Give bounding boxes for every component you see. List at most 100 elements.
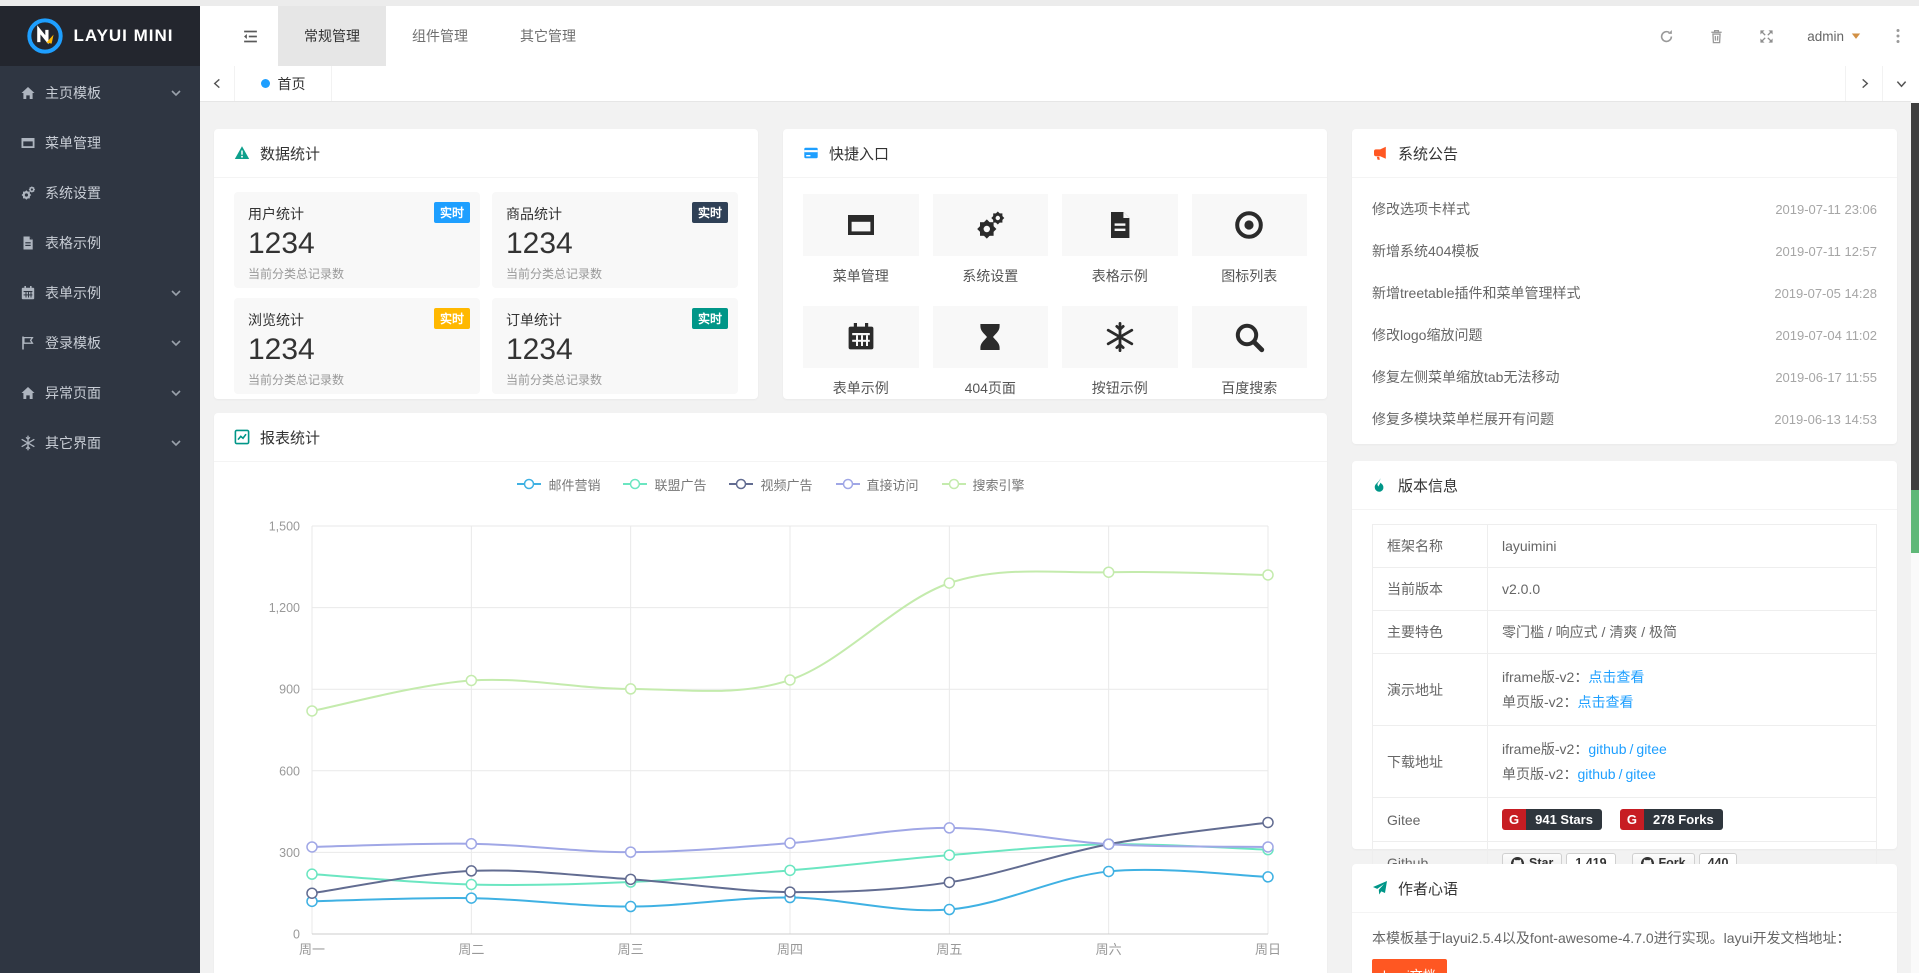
more-options-icon[interactable] — [1877, 6, 1919, 66]
gitee-logo-icon: G — [1620, 809, 1644, 830]
home-icon — [20, 385, 36, 401]
sidebar-item-home-template[interactable]: 主页模板 — [0, 68, 200, 118]
page-content: 数据统计 用户统计 实时 1234 当前分类总记录数 商品统计 实时 1234 … — [200, 102, 1919, 973]
notice-item[interactable]: 新增系统404模板 2019-07-11 12:57 — [1372, 230, 1877, 272]
sidebar-item-error-pages[interactable]: 异常页面 — [0, 368, 200, 418]
svg-text:周五: 周五 — [936, 942, 962, 957]
logo-mark-icon — [26, 17, 64, 55]
app-title: LAYUI MINI — [73, 26, 173, 46]
trash-icon[interactable] — [1691, 6, 1741, 66]
stat-card-products: 商品统计 实时 1234 当前分类总记录数 — [492, 192, 738, 288]
paper-plane-icon — [1372, 880, 1388, 896]
calendar-icon — [845, 321, 877, 353]
sidebar-item-form-example[interactable]: 表单示例 — [0, 268, 200, 318]
tab-home[interactable]: 首页 — [235, 66, 332, 101]
quick-item-menu-management[interactable]: 菜单管理 — [803, 194, 919, 286]
download-gitee-link[interactable]: gitee — [1626, 766, 1656, 782]
snowflake-icon — [20, 435, 36, 451]
chevron-down-icon — [170, 287, 182, 299]
svg-text:1,500: 1,500 — [269, 520, 300, 534]
snowflake-icon — [1104, 321, 1136, 353]
table-row: 演示地址 iframe版-v2：点击查看 单页版-v2：点击查看 — [1373, 654, 1877, 726]
tabs-menu-icon[interactable] — [1882, 66, 1919, 101]
header-tab-other[interactable]: 其它管理 — [494, 6, 602, 66]
demo-iframe-link[interactable]: 点击查看 — [1588, 669, 1644, 685]
author-line1: 本模板基于layui2.5.4以及font-awesome-4.7.0进行实现。… — [1372, 925, 1877, 952]
sidebar-menu: 主页模板 菜单管理 系统设置 表格示例 表单示例 登录 — [0, 66, 200, 468]
window-icon — [845, 209, 877, 241]
sidebar-item-menu-management[interactable]: 菜单管理 — [0, 118, 200, 168]
refresh-icon[interactable] — [1641, 6, 1691, 66]
svg-text:1,200: 1,200 — [269, 601, 300, 615]
table-row: 框架名称 layuimini — [1373, 525, 1877, 568]
credit-card-icon — [803, 145, 819, 161]
download-gitee-link[interactable]: gitee — [1636, 741, 1666, 757]
gitee-forks-badge[interactable]: G278 Forks — [1620, 809, 1723, 830]
sidebar-item-other-ui[interactable]: 其它界面 — [0, 418, 200, 468]
notice-item[interactable]: 修改选项卡样式 2019-07-11 23:06 — [1372, 188, 1877, 230]
notice-item[interactable]: 新增treetable插件和菜单管理样式 2019-07-05 14:28 — [1372, 272, 1877, 314]
search-icon — [1233, 321, 1265, 353]
quick-item-system-settings[interactable]: 系统设置 — [933, 194, 1049, 286]
gears-icon — [974, 209, 1006, 241]
line-chart-icon — [234, 429, 250, 445]
home-icon — [20, 85, 36, 101]
version-table: 框架名称 layuimini 当前版本 v2.0.0 主要特色 零门槛 / 响应… — [1372, 524, 1877, 885]
panel-title: 报表统计 — [260, 427, 320, 448]
notice-item[interactable]: 修复多模块菜单栏展开有问题 2019-06-13 14:53 — [1372, 398, 1877, 440]
status-badge: 实时 — [434, 308, 470, 329]
svg-text:300: 300 — [279, 846, 300, 860]
table-row: 当前版本 v2.0.0 — [1373, 568, 1877, 611]
notice-item[interactable]: 修改logo缩放问题 2019-07-04 11:02 — [1372, 314, 1877, 356]
stat-card-orders: 订单统计 实时 1234 当前分类总记录数 — [492, 298, 738, 394]
chevron-down-icon — [170, 387, 182, 399]
fullscreen-icon[interactable] — [1741, 6, 1791, 66]
sidebar-item-table-example[interactable]: 表格示例 — [0, 218, 200, 268]
panel-data-stats: 数据统计 用户统计 实时 1234 当前分类总记录数 商品统计 实时 1234 … — [214, 129, 758, 399]
panel-report-chart: 报表统计 邮件营销联盟广告视频广告直接访问搜索引擎 周一周二周三周四周五周六周日… — [214, 413, 1327, 973]
table-row: 主要特色 零门槛 / 响应式 / 清爽 / 极简 — [1373, 611, 1877, 654]
dot-circle-icon — [1233, 209, 1265, 241]
sidebar-item-system-settings[interactable]: 系统设置 — [0, 168, 200, 218]
hourglass-icon — [974, 321, 1006, 353]
status-badge: 实时 — [434, 202, 470, 223]
status-badge: 实时 — [692, 308, 728, 329]
download-github-link[interactable]: github — [1588, 741, 1626, 757]
svg-text:周二: 周二 — [458, 942, 484, 957]
quick-item-404-page[interactable]: 404页面 — [933, 306, 1049, 398]
header-tab-components[interactable]: 组件管理 — [386, 6, 494, 66]
panel-title: 数据统计 — [260, 143, 320, 164]
panel-title: 作者心语 — [1398, 878, 1458, 899]
header-tab-general[interactable]: 常规管理 — [278, 6, 386, 66]
status-badge: 实时 — [692, 202, 728, 223]
quick-item-baidu-search[interactable]: 百度搜索 — [1192, 306, 1308, 398]
warning-triangle-icon — [234, 145, 250, 161]
sidebar: LAYUI MINI 主页模板 菜单管理 系统设置 表格示例 表单 — [0, 6, 200, 973]
fire-icon — [1372, 477, 1388, 493]
scrollbar-green-segment[interactable] — [1911, 490, 1919, 553]
active-tab-dot — [261, 79, 270, 88]
gitee-stars-badge[interactable]: G941 Stars — [1502, 809, 1602, 830]
demo-onepage-link[interactable]: 点击查看 — [1577, 694, 1633, 710]
svg-text:周六: 周六 — [1096, 942, 1122, 957]
quick-item-table-example[interactable]: 表格示例 — [1062, 194, 1178, 286]
panel-quick-entry: 快捷入口 菜单管理 系统设置 表格示例 — [783, 129, 1327, 399]
user-menu[interactable]: admin — [1791, 6, 1877, 66]
tabs-scroll-right-icon[interactable] — [1845, 66, 1882, 101]
quick-item-button-example[interactable]: 按钮示例 — [1062, 306, 1178, 398]
scrollbar-thumb[interactable] — [1911, 103, 1919, 490]
quick-item-icon-list[interactable]: 图标列表 — [1192, 194, 1308, 286]
top-header: 常规管理 组件管理 其它管理 admin — [200, 6, 1919, 66]
notice-item[interactable]: 修复左侧菜单缩放tab无法移动 2019-06-17 11:55 — [1372, 356, 1877, 398]
logo: LAYUI MINI — [0, 6, 200, 66]
quick-item-form-example[interactable]: 表单示例 — [803, 306, 919, 398]
download-github-link[interactable]: github — [1577, 766, 1615, 782]
collapse-sidebar-icon[interactable] — [222, 6, 278, 66]
panel-title: 系统公告 — [1398, 143, 1458, 164]
svg-text:周一: 周一 — [299, 942, 325, 957]
sidebar-item-login-template[interactable]: 登录模板 — [0, 318, 200, 368]
layui-doc-button[interactable]: layui文档 — [1372, 959, 1447, 973]
page-scrollbar — [1911, 101, 1919, 973]
stat-card-users: 用户统计 实时 1234 当前分类总记录数 — [234, 192, 480, 288]
tabs-scroll-left-icon[interactable] — [200, 66, 235, 101]
